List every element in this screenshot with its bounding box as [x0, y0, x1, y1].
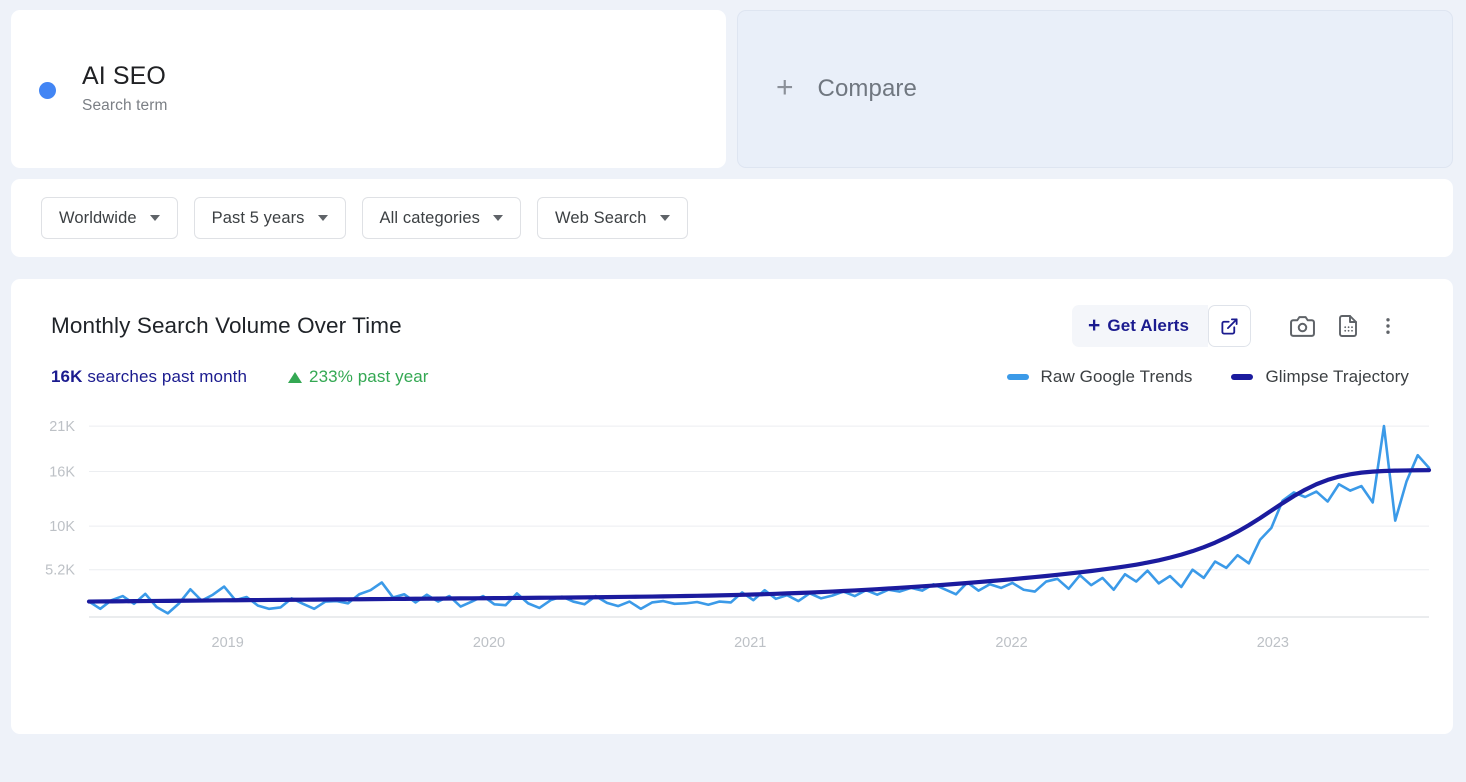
compare-card[interactable]: + Compare — [737, 10, 1453, 168]
chevron-down-icon — [659, 215, 670, 221]
term-subtitle: Search term — [82, 96, 168, 114]
monthly-volume-stat: 16K searches past month — [51, 367, 247, 387]
chart-title: Monthly Search Volume Over Time — [51, 313, 402, 338]
filter-timerange[interactable]: Past 5 years — [193, 197, 346, 239]
more-options-button[interactable] — [1371, 305, 1405, 347]
term-text-group: AI SEO Search term — [82, 63, 168, 115]
get-alerts-button[interactable]: + Get Alerts — [1072, 305, 1208, 347]
chevron-down-icon — [317, 215, 328, 221]
term-compare-row: AI SEO Search term + Compare — [0, 0, 1466, 168]
filter-category[interactable]: All categories — [361, 197, 521, 239]
y-axis-tick-label: 10K — [49, 519, 75, 535]
chart-card: Monthly Search Volume Over Time + Get Al… — [11, 279, 1453, 734]
monthly-volume-value: 16K — [51, 367, 83, 386]
chart-toolbar: + Get Alerts — [1072, 305, 1405, 347]
x-axis-tick-label: 2023 — [1257, 635, 1289, 651]
screenshot-button[interactable] — [1279, 305, 1325, 347]
growth-stat: 233% past year — [288, 367, 429, 387]
filter-location-label: Worldwide — [59, 208, 137, 227]
chart-plot-area[interactable]: 5.2K 10K 16K 21K 2019 2020 2021 2022 2023 — [11, 399, 1453, 689]
get-alerts-group: + Get Alerts — [1072, 305, 1251, 347]
y-axis-tick-label: 21K — [49, 419, 75, 435]
series-line — [86, 468, 1432, 604]
chart-meta-row: 16K searches past month 233% past year R… — [11, 347, 1453, 387]
export-document-button[interactable] — [1325, 305, 1371, 347]
filter-location[interactable]: Worldwide — [41, 197, 178, 239]
legend-label-raw: Raw Google Trends — [1040, 367, 1193, 386]
triangle-up-icon — [288, 371, 303, 383]
term-title: AI SEO — [82, 62, 166, 91]
legend-swatch-glimpse — [1231, 374, 1254, 380]
filter-search-type[interactable]: Web Search — [537, 197, 688, 239]
term-color-dot — [39, 81, 56, 99]
external-link-button[interactable] — [1208, 305, 1251, 347]
filter-bar: Worldwide Past 5 years All categories We… — [11, 179, 1453, 257]
growth-label: 233% past year — [309, 367, 429, 386]
series-line — [87, 424, 1431, 615]
x-axis-tick-label: 2020 — [473, 635, 505, 651]
compare-label: Compare — [817, 75, 917, 102]
x-axis-tick-label: 2021 — [734, 635, 766, 651]
x-axis-tick-label: 2019 — [212, 635, 244, 651]
legend-item-glimpse[interactable]: Glimpse Trajectory — [1231, 367, 1409, 387]
plus-icon: + — [1088, 314, 1101, 337]
filter-category-label: All categories — [379, 208, 480, 227]
chart-stats: 16K searches past month 233% past year — [51, 367, 429, 387]
trends-line-chart: 5.2K 10K 16K 21K 2019 2020 2021 2022 2023 — [45, 419, 1432, 651]
chart-header: Monthly Search Volume Over Time + Get Al… — [11, 279, 1453, 347]
document-export-icon — [1339, 315, 1357, 337]
y-axis-tick-label: 16K — [49, 465, 75, 481]
chevron-down-icon — [149, 215, 160, 221]
legend-item-raw[interactable]: Raw Google Trends — [1006, 367, 1193, 387]
external-link-icon — [1221, 317, 1238, 335]
plus-icon: + — [776, 71, 794, 104]
filter-search-type-label: Web Search — [555, 208, 647, 227]
chevron-down-icon — [493, 215, 503, 221]
more-vertical-icon — [1386, 318, 1390, 334]
monthly-volume-label: searches past month — [82, 367, 248, 386]
trends-page: AI SEO Search term + Compare Worldwide P… — [0, 0, 1466, 782]
camera-icon — [1289, 315, 1315, 337]
filter-timerange-label: Past 5 years — [211, 208, 305, 227]
search-term-card[interactable]: AI SEO Search term — [11, 10, 726, 168]
x-axis-tick-label: 2022 — [995, 635, 1027, 651]
chart-legend: Raw Google Trends Glimpse Trajectory — [1006, 367, 1409, 387]
legend-label-glimpse: Glimpse Trajectory — [1265, 367, 1409, 386]
y-axis-tick-label: 5.2K — [45, 563, 75, 579]
get-alerts-label: Get Alerts — [1107, 316, 1189, 335]
legend-swatch-raw — [1006, 374, 1029, 380]
